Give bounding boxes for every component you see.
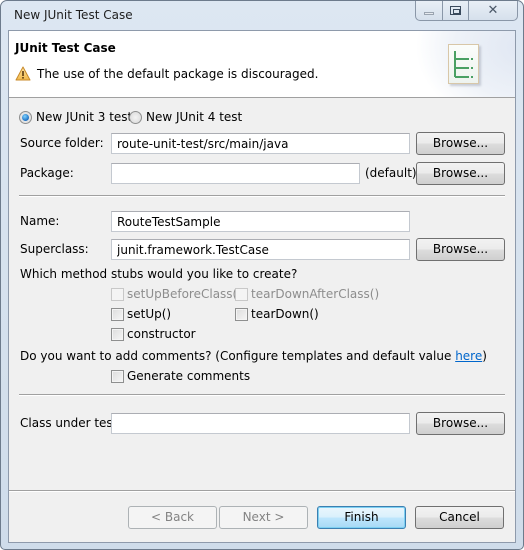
warning-icon bbox=[15, 66, 31, 81]
wizard-title: JUnit Test Case bbox=[15, 41, 116, 55]
checkbox-setup-box[interactable] bbox=[111, 307, 124, 321]
superclass-browse-button[interactable]: Browse... bbox=[416, 238, 505, 261]
comments-question: Do you want to add comments? (Configure … bbox=[20, 349, 487, 363]
method-stubs-question: Which method stubs would you like to cre… bbox=[20, 267, 298, 281]
checkbox-teardown-after-class[interactable]: tearDownAfterClass() bbox=[235, 287, 379, 301]
wizard-header: JUnit Test Case The use of the default p… bbox=[9, 31, 515, 98]
cancel-button[interactable]: Cancel bbox=[415, 506, 504, 529]
comments-question-suffix: ) bbox=[482, 349, 487, 363]
package-browse-button[interactable]: Browse... bbox=[416, 162, 505, 185]
package-default-label: (default) bbox=[365, 166, 417, 180]
package-input[interactable] bbox=[111, 163, 360, 184]
window-controls: ✕ bbox=[415, 1, 518, 21]
dialog-window: New JUnit Test Case ✕ JUnit Test Case Th… bbox=[0, 0, 524, 550]
checkbox-generate-comments-label: Generate comments bbox=[127, 369, 251, 383]
checkbox-teardown-after-class-label: tearDownAfterClass() bbox=[251, 287, 380, 301]
window-title: New JUnit Test Case bbox=[14, 8, 133, 22]
package-label: Package: bbox=[20, 166, 74, 180]
radio-junit4-indicator[interactable] bbox=[129, 110, 142, 124]
checkbox-constructor[interactable]: constructor bbox=[111, 327, 196, 341]
superclass-label: Superclass: bbox=[20, 242, 89, 256]
class-under-test-browse-button[interactable]: Browse... bbox=[416, 412, 505, 435]
checkbox-constructor-label: constructor bbox=[127, 327, 196, 341]
button-bar-separator bbox=[9, 490, 515, 492]
configure-templates-link[interactable]: here bbox=[455, 349, 482, 363]
checkbox-teardown[interactable]: tearDown() bbox=[235, 307, 319, 321]
radio-junit4[interactable]: New JUnit 4 test bbox=[129, 110, 242, 124]
back-button[interactable]: < Back bbox=[128, 506, 217, 529]
close-icon: ✕ bbox=[487, 3, 499, 18]
radio-junit3[interactable]: New JUnit 3 test bbox=[19, 110, 132, 124]
checkbox-teardown-box[interactable] bbox=[235, 307, 248, 321]
name-label: Name: bbox=[20, 214, 60, 228]
checkbox-teardown-label: tearDown() bbox=[251, 307, 319, 321]
radio-junit3-indicator[interactable] bbox=[19, 110, 32, 124]
radio-junit4-label: New JUnit 4 test bbox=[146, 110, 243, 124]
comments-question-text: Do you want to add comments? (Configure … bbox=[20, 349, 456, 363]
wizard-message: The use of the default package is discou… bbox=[15, 66, 318, 81]
class-under-test-label: Class under test: bbox=[20, 416, 122, 430]
checkbox-generate-comments-box[interactable] bbox=[111, 369, 124, 383]
source-folder-browse-button[interactable]: Browse... bbox=[416, 132, 505, 155]
class-under-test-input[interactable] bbox=[111, 413, 410, 434]
radio-junit3-label: New JUnit 3 test bbox=[36, 110, 133, 124]
maximize-button[interactable] bbox=[443, 1, 469, 20]
separator bbox=[19, 394, 505, 396]
minimize-icon bbox=[424, 11, 434, 15]
checkbox-setup-before-class-box[interactable] bbox=[111, 287, 124, 301]
title-bar[interactable]: New JUnit Test Case ✕ bbox=[1, 1, 523, 30]
junit-tree-glyph bbox=[454, 51, 473, 78]
superclass-input[interactable] bbox=[111, 239, 410, 260]
checkbox-setup-label: setUp() bbox=[127, 307, 172, 321]
dialog-client-area: JUnit Test Case The use of the default p… bbox=[8, 30, 516, 543]
checkbox-generate-comments[interactable]: Generate comments bbox=[111, 369, 250, 383]
checkbox-setup-before-class[interactable]: setUpBeforeClass() bbox=[111, 287, 242, 301]
finish-button[interactable]: Finish bbox=[317, 506, 406, 529]
name-input[interactable] bbox=[111, 211, 410, 232]
separator bbox=[19, 195, 505, 197]
close-button[interactable]: ✕ bbox=[469, 1, 517, 20]
source-folder-input[interactable] bbox=[111, 133, 410, 154]
minimize-button[interactable] bbox=[416, 1, 443, 20]
checkbox-setup-before-class-label: setUpBeforeClass() bbox=[127, 287, 242, 301]
checkbox-constructor-box[interactable] bbox=[111, 327, 124, 341]
source-folder-label: Source folder: bbox=[20, 136, 104, 150]
checkbox-setup[interactable]: setUp() bbox=[111, 307, 171, 321]
maximize-icon bbox=[450, 6, 461, 15]
checkbox-teardown-after-class-box[interactable] bbox=[235, 287, 248, 301]
junit-wizard-icon bbox=[448, 44, 479, 84]
next-button[interactable]: Next > bbox=[219, 506, 308, 529]
wizard-message-text: The use of the default package is discou… bbox=[37, 66, 319, 81]
